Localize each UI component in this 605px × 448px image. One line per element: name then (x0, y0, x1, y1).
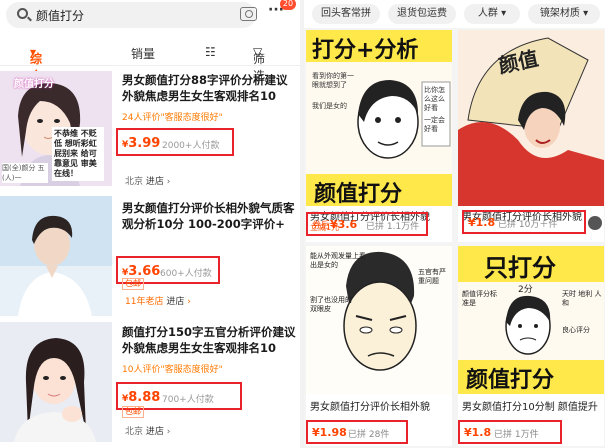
product-poster[interactable]: 打分+分析 看到你的第一眼就想到了 我们是女的 比你怎么这么好看 一定会好看 颜… (306, 30, 452, 206)
product-price: ¥3.99 (122, 136, 161, 151)
review-summary: 10人评价"客服态度很好" (122, 365, 223, 375)
filter-chip[interactable]: 镜架材质 ▾ (528, 4, 600, 24)
product-card[interactable]: 只打分 2分 颜值评分标准是 天时 地利 人和 良心评分 颜值打分 男女颜值打分… (458, 246, 604, 446)
product-thumbnail[interactable] (0, 322, 112, 442)
filter-chips: 回头客常拼 退货包运费 人群 ▾ 镜架材质 ▾ (304, 0, 605, 28)
speech-bubble: 颜值评分标准是 (462, 290, 497, 307)
price-highlight: ¥1.8 已拼 10万＋件 (462, 210, 586, 234)
search-icon (17, 8, 28, 19)
shop-info[interactable]: 北京 进店 › (125, 424, 170, 437)
sold-count: 已拼 1万件 (494, 430, 539, 440)
filter-button[interactable]: 筛选 ▽ (253, 45, 265, 83)
speech-bubble: 五官有严重问题 (418, 268, 446, 285)
avatar (588, 216, 602, 230)
filter-chip[interactable]: 人群 ▾ (464, 4, 520, 24)
product-price: ¥1.8 (464, 426, 492, 439)
speech-bubble: 比你怎么这么好看 (424, 86, 445, 112)
filter-chip[interactable]: 回头客常拼 (312, 4, 380, 24)
shop-info[interactable]: 北京 进店 › (125, 174, 170, 187)
layout-toggle-icon[interactable]: ☷ (205, 45, 216, 59)
paid-count: 600+人付款 (160, 269, 212, 279)
poster-headline: 打分+分析 (312, 38, 419, 63)
product-item[interactable]: 男女颜值打分评价长相外貌气质客观分析10分 100-200字评价+ ¥3.66 … (0, 194, 300, 320)
camera-icon[interactable] (240, 7, 257, 21)
product-title[interactable]: 男女颜值打分88字评价分析建议外貌焦虑男生女生客观排名10 (122, 72, 298, 104)
product-card[interactable]: 能从外观发量上看出是女的 五官有严重问题 割了也没用的双眼皮 男女颜值打分评价长… (306, 246, 452, 446)
product-price: 券后¥3.6 (312, 218, 358, 231)
speech-bubble: 看到你的第一眼就想到了 (312, 72, 354, 89)
filter-chip[interactable]: 退货包运费 (388, 4, 456, 24)
notification-badge: 20 (280, 0, 296, 10)
paid-count: 700+人付款 (162, 395, 214, 405)
product-item[interactable]: 颜值打分 不恭维 不贬低 想听彩虹屁别来 给可靠意见 审美在线！ 国(全)颜分 … (0, 68, 300, 190)
score-label: 2分 (518, 285, 533, 295)
price-highlight: ¥3.99 2000+人付款 (116, 128, 234, 156)
speech-bubble: 良心评分 (562, 326, 590, 334)
screenshot-collage: 颜值打分 ··· 20 综合 ▾ 销量 ☷ 筛选 ▽ (0, 0, 605, 448)
speech-bubble: 一定会好看 (424, 116, 445, 133)
thumbnail-stamp: 国(全)颜分 五(人)一 (2, 163, 48, 183)
product-title[interactable]: 男女颜值打分评价长相外貌 (310, 398, 430, 413)
taobao-results-pane: 颜值打分 ··· 20 综合 ▾ 销量 ☷ 筛选 ▽ (0, 0, 300, 448)
price-highlight: 券后¥3.6 已拼 1.1万件 (306, 212, 428, 236)
price-highlight: ¥1.98 已拼 28件 (306, 420, 408, 444)
poster-footer: 颜值打分 (314, 182, 403, 206)
product-thumbnail[interactable] (0, 196, 112, 316)
product-price: ¥8.88 (122, 390, 161, 405)
sort-comprehensive[interactable]: 综合 ▾ (30, 45, 42, 83)
product-card[interactable]: 打分+分析 看到你的第一眼就想到了 我们是女的 比你怎么这么好看 一定会好看 颜… (306, 30, 452, 242)
poster-headline: 只打分 (484, 254, 556, 282)
sold-count: 已拼 1.1万件 (366, 222, 420, 232)
pinduoduo-results-pane: 回头客常拼 退货包运费 人群 ▾ 镜架材质 ▾ 打分+分析 看到你的第一眼就想到… (304, 0, 605, 448)
product-item[interactable]: 颜值打分150字五官分析评价建议外貌焦虑男生女生客观排名10 10人评价"客服态… (0, 320, 300, 448)
sort-bar: 综合 ▾ 销量 ☷ 筛选 ▽ (0, 40, 300, 83)
product-poster[interactable]: 能从外观发量上看出是女的 五官有严重问题 割了也没用的双眼皮 (306, 246, 452, 394)
thumbnail-caption: 颜值打分 (14, 79, 54, 90)
product-title[interactable]: 颜值打分150字五官分析评价建议外貌焦虑男生女生客观排名10 (122, 324, 298, 356)
product-price: ¥1.8 (468, 216, 496, 229)
speech-bubble: 我们是女的 (312, 102, 347, 110)
search-query[interactable]: 颜值打分 (36, 7, 84, 24)
speech-bubble: 能从外观发量上看出是女的 (310, 252, 366, 269)
price-highlight: ¥1.8 已拼 1万件 (458, 420, 562, 444)
paid-count: 2000+人付款 (162, 141, 220, 151)
search-bar[interactable]: 颜值打分 (6, 2, 257, 28)
product-poster[interactable]: 只打分 2分 颜值评分标准是 天时 地利 人和 良心评分 颜值打分 (458, 246, 604, 394)
free-shipping-tag: 包邮 (122, 278, 144, 290)
sold-count: 已拼 28件 (348, 430, 390, 440)
free-shipping-tag: 包邮 (122, 406, 144, 418)
product-title[interactable]: 男女颜值打分10分制 颜值提升 (462, 398, 598, 413)
thumbnail-note: 不恭维 不贬低 想听彩虹屁别来 给可靠意见 审美在线！ (52, 127, 104, 181)
product-poster[interactable]: 颜值 (458, 30, 604, 206)
review-summary: 24人评价"客服态度很好" (122, 113, 223, 123)
product-price: ¥1.98 (312, 426, 347, 439)
speech-bubble: 天时 地利 人和 (562, 290, 602, 307)
speech-bubble: 割了也没用的双眼皮 (310, 296, 352, 313)
product-thumbnail[interactable]: 颜值打分 不恭维 不贬低 想听彩虹屁别来 给可靠意见 审美在线！ 国(全)颜分 … (0, 71, 112, 186)
poster-footer: 颜值打分 (466, 368, 555, 393)
sort-sales[interactable]: 销量 (131, 45, 155, 62)
product-title[interactable]: 男女颜值打分评价长相外貌气质客观分析10分 100-200字评价+ (122, 200, 298, 232)
shop-info[interactable]: 11年老店 进店 › (125, 294, 191, 307)
sold-count: 已拼 10万＋件 (498, 220, 558, 230)
product-price: ¥3.66 (122, 264, 161, 279)
